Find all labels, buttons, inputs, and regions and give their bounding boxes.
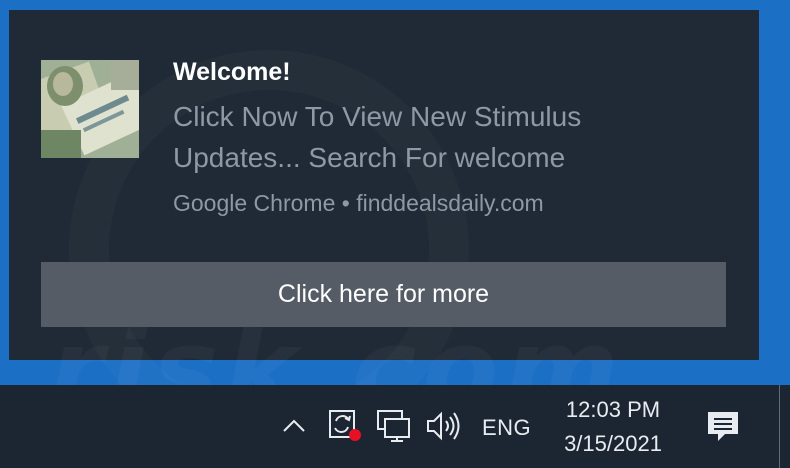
notification-title: Welcome! bbox=[173, 58, 291, 86]
click-here-for-more-button[interactable]: Click here for more bbox=[41, 262, 726, 327]
show-desktop-edge[interactable] bbox=[779, 385, 780, 468]
sync-icon[interactable] bbox=[327, 407, 363, 443]
toast-notification[interactable]: risk.com Welcome! Click Now To View New … bbox=[9, 10, 759, 360]
notification-thumbnail bbox=[41, 60, 139, 158]
show-hidden-icons-chevron-icon[interactable] bbox=[281, 413, 307, 439]
clock[interactable]: 12:03 PM 3/15/2021 bbox=[548, 393, 678, 461]
action-center-icon[interactable] bbox=[705, 409, 741, 445]
volume-icon[interactable] bbox=[425, 410, 463, 442]
network-icon[interactable] bbox=[376, 409, 412, 443]
notification-message: Click Now To View New Stimulus Updates..… bbox=[173, 101, 582, 173]
notification-source: Google Chrome • finddealsdaily.com bbox=[173, 190, 544, 216]
taskbar: ENG 12:03 PM 3/15/2021 bbox=[0, 385, 790, 468]
input-language-indicator[interactable]: ENG bbox=[482, 415, 531, 441]
stimulus-check-image bbox=[41, 60, 139, 158]
clock-time: 12:03 PM bbox=[565, 397, 661, 422]
clock-date: 3/15/2021 bbox=[564, 431, 662, 456]
